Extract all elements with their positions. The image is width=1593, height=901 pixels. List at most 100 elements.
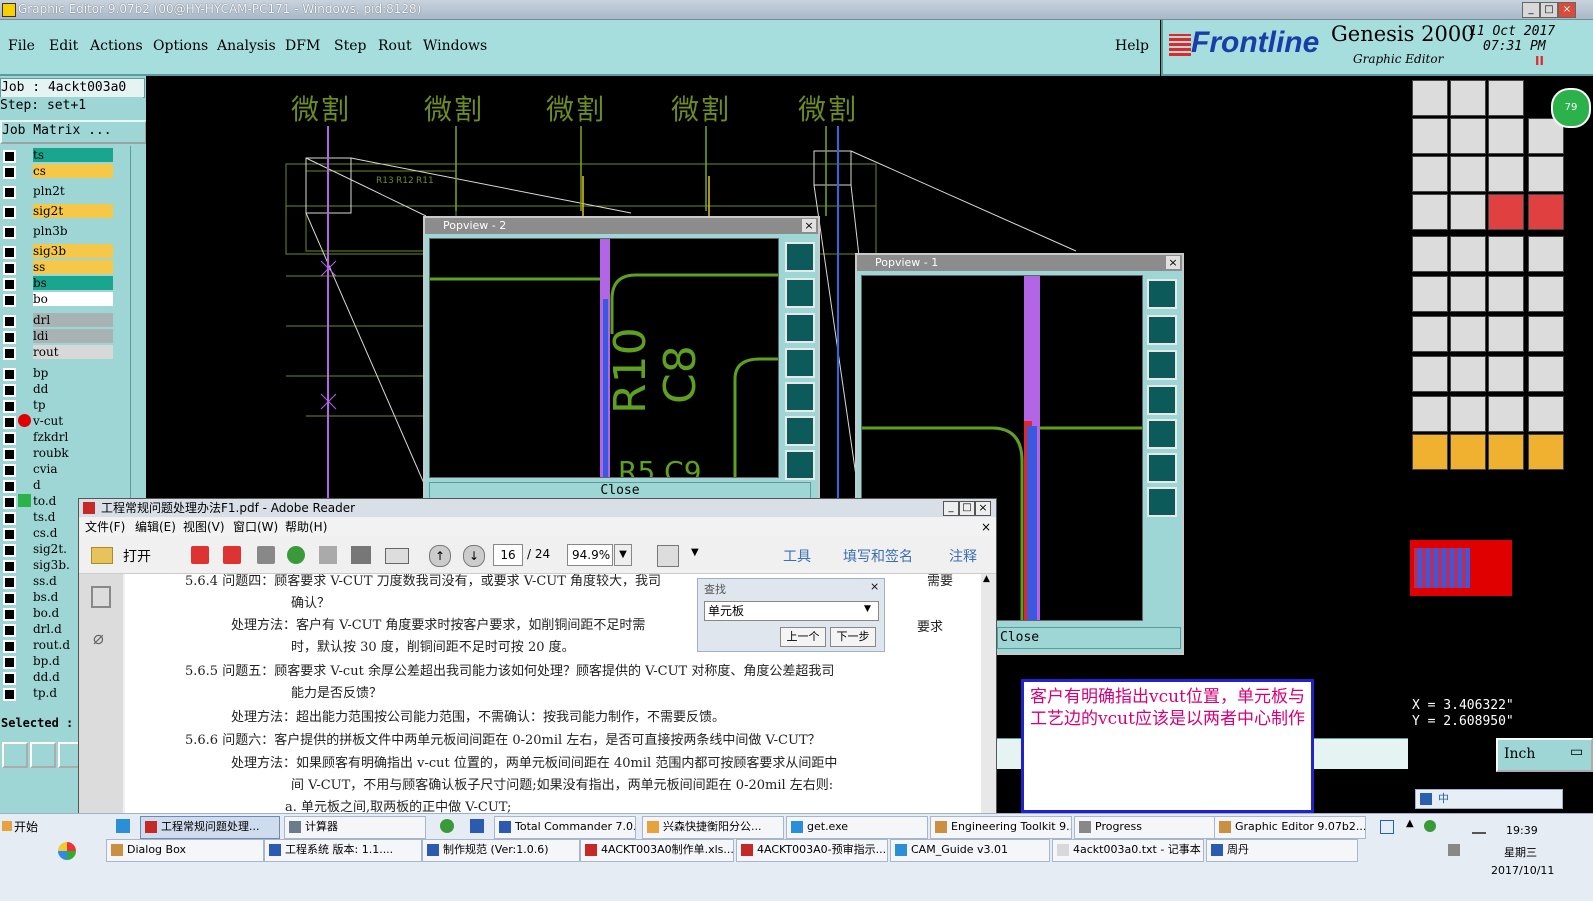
toolbar-tool-icon[interactable]	[1412, 236, 1448, 272]
taskbar-item[interactable]: 工程系统 版本: 1.1....	[264, 839, 422, 862]
reader-menu-view[interactable]: 视图(V)	[183, 518, 225, 536]
taskbar-item[interactable]: Engineering Toolkit 9....	[930, 816, 1072, 839]
prev-page-icon[interactable]: ↑	[429, 545, 451, 567]
next-page-icon[interactable]: ↓	[463, 545, 485, 567]
layer-checkbox[interactable]	[3, 246, 16, 259]
clock-time[interactable]: 19:39	[1506, 824, 1538, 837]
toolbar-tool-icon[interactable]	[1450, 156, 1486, 192]
layer-row[interactable]: bp	[0, 366, 146, 381]
unit-selector[interactable]: Inch ▭	[1496, 738, 1593, 772]
menu-dfm[interactable]: DFM	[285, 38, 320, 54]
toolbar-tool-icon[interactable]	[1528, 236, 1564, 272]
menu-analysis[interactable]: Analysis	[217, 38, 276, 54]
toolbar-tool-icon[interactable]	[1488, 276, 1524, 312]
volume-icon[interactable]	[1448, 844, 1460, 856]
toolbar-tool-icon[interactable]	[1450, 276, 1486, 312]
pan-left-icon[interactable]	[785, 348, 815, 378]
menu-windows[interactable]: Windows	[423, 38, 487, 54]
export-icon[interactable]	[223, 546, 241, 564]
step-field[interactable]: Step: set+1	[0, 97, 143, 115]
layer-row[interactable]: v-cut	[0, 414, 146, 429]
reader-menu-help[interactable]: 帮助(H)	[285, 518, 327, 536]
page-number-input[interactable]: 16	[493, 544, 523, 566]
toolbar-tool-icon[interactable]	[1450, 356, 1486, 392]
desktop-icon[interactable]	[116, 819, 130, 833]
move-icon[interactable]	[785, 450, 815, 480]
taskbar-item[interactable]: Total Commander 7.0...	[494, 816, 636, 839]
taskbar-item[interactable]: 工程常规问题处理...	[140, 816, 280, 839]
layer-checkbox[interactable]	[3, 384, 16, 397]
find-next-button[interactable]: 下一步	[830, 627, 876, 647]
quick-launch-icon[interactable]	[58, 842, 76, 860]
find-input[interactable]: 单元板	[704, 601, 879, 621]
layer-checkbox[interactable]	[3, 544, 16, 557]
layer-row[interactable]: fzkdrl	[0, 430, 146, 445]
toolbar-tool-icon[interactable]	[1450, 316, 1486, 352]
fit-icon[interactable]	[785, 416, 815, 446]
close-button[interactable]: ×	[1558, 2, 1576, 18]
more-icon[interactable]: ▼	[691, 547, 699, 558]
pan-left-icon[interactable]	[1147, 385, 1177, 415]
reader-menu-edit[interactable]: 编辑(E)	[135, 518, 176, 536]
layer-checkbox[interactable]	[3, 226, 16, 239]
toolbar-tool-icon[interactable]	[1488, 356, 1524, 392]
toolbar-tool-icon[interactable]	[1528, 396, 1564, 432]
toolbar-tool-icon[interactable]	[1488, 80, 1524, 116]
layer-checkbox[interactable]	[3, 262, 16, 275]
popview-2-view[interactable]: R10 C8 R5 C9	[429, 238, 779, 478]
toolbar-tool-icon[interactable]	[1412, 156, 1448, 192]
toolbar-tool-icon[interactable]	[1528, 194, 1564, 230]
comment-pane-button[interactable]: 注释	[949, 546, 977, 566]
reader-minimize-button[interactable]: _	[943, 501, 959, 516]
layer-checkbox[interactable]	[3, 416, 16, 429]
layer-row[interactable]: ss	[0, 260, 146, 275]
tray-arrow-icon[interactable]: ▲	[1406, 818, 1414, 829]
layer-row[interactable]: bo	[0, 292, 146, 307]
fit-icon[interactable]	[1147, 453, 1177, 483]
layer-row[interactable]: ts	[0, 148, 146, 163]
toolbar-tool-icon[interactable]	[1450, 80, 1486, 116]
toolbar-tool-icon[interactable]	[1450, 118, 1486, 154]
taskbar-item[interactable]: 兴森快捷衡阳分公...	[642, 816, 784, 839]
layer-row[interactable]: ldi	[0, 329, 146, 344]
layer-row[interactable]: cvia	[0, 462, 146, 477]
layer-checkbox[interactable]	[3, 400, 16, 413]
toolbar-tool-icon[interactable]	[1528, 434, 1564, 470]
job-matrix-button[interactable]: Job Matrix ...	[0, 120, 147, 144]
taskbar-item[interactable]: 4ackt003a0.txt - 记事本	[1052, 839, 1204, 862]
zoom-in-icon[interactable]	[785, 278, 815, 308]
menu-step[interactable]: Step	[334, 38, 366, 54]
start-button[interactable]: 开始	[0, 816, 46, 838]
tools-pane-button[interactable]: 工具	[783, 546, 811, 566]
layer-checkbox[interactable]	[3, 688, 16, 701]
ie-icon[interactable]	[440, 819, 454, 833]
toolbar-tool-icon[interactable]	[1412, 194, 1448, 230]
layer-checkbox[interactable]	[3, 150, 16, 163]
layer-checkbox[interactable]	[3, 560, 16, 573]
find-dropdown-icon[interactable]: ▼	[864, 604, 871, 614]
toolbar-tool-icon[interactable]	[1450, 396, 1486, 432]
taskbar-item[interactable]: 计算器	[284, 816, 426, 839]
menu-edit[interactable]: Edit	[49, 38, 78, 54]
layer-row[interactable]: bs	[0, 276, 146, 291]
open-folder-icon[interactable]	[91, 547, 113, 564]
layer-row[interactable]: sig2t	[0, 204, 146, 219]
layer-row[interactable]: pln2t	[0, 184, 146, 199]
pan-right-icon[interactable]	[785, 382, 815, 412]
toolbar-tool-icon[interactable]	[1488, 236, 1524, 272]
menu-file[interactable]: File	[8, 38, 35, 54]
tool-icon[interactable]	[2, 742, 28, 768]
toolbar-tool-icon[interactable]	[1528, 316, 1564, 352]
layer-checkbox[interactable]	[3, 640, 16, 653]
toolbar-tool-icon[interactable]	[1412, 396, 1448, 432]
save-icon[interactable]	[319, 546, 337, 564]
toolbar-tool-icon[interactable]	[1412, 276, 1448, 312]
attachment-icon[interactable]: ⌀	[93, 628, 104, 649]
layer-row[interactable]: cs	[0, 164, 146, 179]
layer-row[interactable]: tp	[0, 398, 146, 413]
toolbar-tool-icon[interactable]	[1488, 156, 1524, 192]
layer-checkbox[interactable]	[3, 347, 16, 360]
menu-actions[interactable]: Actions	[90, 38, 143, 54]
layer-checkbox[interactable]	[3, 672, 16, 685]
toolbar-tool-icon[interactable]	[1412, 80, 1448, 116]
